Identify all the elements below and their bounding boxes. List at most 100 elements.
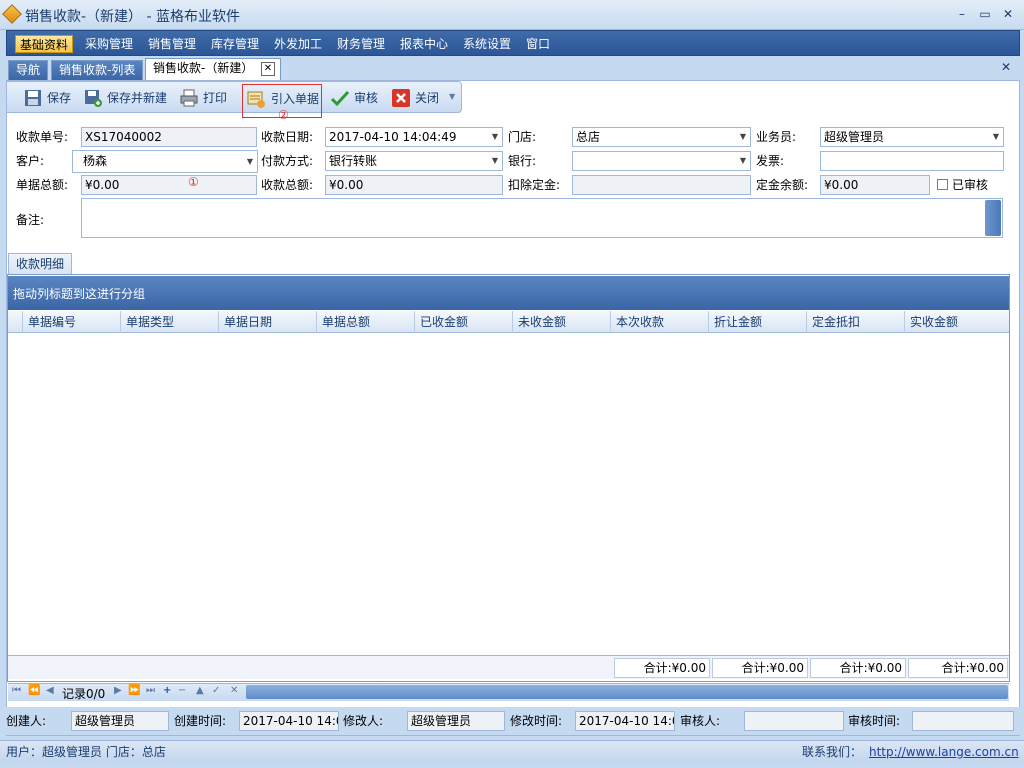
save-and-new-button[interactable]: 保存并新建 bbox=[83, 88, 167, 110]
customer-select[interactable]: 杨森 ▼ bbox=[72, 150, 258, 173]
deduct-deposit-field[interactable] bbox=[572, 175, 751, 195]
dropdown-arrow-icon: ▼ bbox=[739, 156, 746, 165]
menu-purchase[interactable]: 采购管理 bbox=[81, 35, 137, 53]
status-bar: 用户：超级管理员 门店：总店 联系我们： http://www.lange.co… bbox=[0, 740, 1024, 762]
menu-settings[interactable]: 系统设置 bbox=[459, 35, 515, 53]
audit-label: 审核 bbox=[354, 91, 379, 105]
app-logo-icon bbox=[2, 4, 22, 24]
memo-textarea[interactable] bbox=[81, 198, 1003, 238]
group-by-panel[interactable]: 拖动列标题到这进行分组 bbox=[8, 276, 1009, 310]
annotation-marker-1: ① bbox=[188, 175, 199, 189]
toolbar-overflow-icon[interactable]: ▼ bbox=[449, 92, 455, 101]
dropdown-arrow-icon: ▼ bbox=[992, 132, 999, 141]
next-record-icon[interactable]: ▶ bbox=[114, 685, 122, 696]
menu-inventory[interactable]: 库存管理 bbox=[207, 35, 263, 53]
add-record-icon[interactable]: + bbox=[163, 685, 171, 696]
confirm-record-icon[interactable]: ✓ bbox=[212, 685, 220, 696]
document-tab-bar: 导航 销售收款-列表 销售收款-（新建） ✕ bbox=[6, 58, 1020, 80]
receipt-no-label: 收款单号: bbox=[16, 130, 69, 144]
printer-icon bbox=[180, 89, 198, 107]
tab-receipt-new-label: 销售收款-（新建） bbox=[153, 61, 254, 75]
bank-select[interactable]: ▼ bbox=[572, 151, 751, 171]
first-record-icon[interactable]: ⏮ bbox=[12, 685, 21, 696]
receipt-total-label: 收款总额: bbox=[261, 178, 314, 192]
col-deposit-offset[interactable]: 定金抵扣 bbox=[806, 311, 904, 333]
restore-button[interactable]: ▭ bbox=[975, 5, 995, 23]
audit-time-label: 审核时间: bbox=[848, 714, 901, 728]
menu-basic-data[interactable]: 基础资料 bbox=[15, 35, 74, 53]
prev-record-icon[interactable]: ◀ bbox=[46, 685, 54, 696]
col-doc-date[interactable]: 单据日期 bbox=[218, 311, 316, 333]
auditor-field bbox=[744, 711, 844, 731]
last-record-icon[interactable]: ⏭ bbox=[146, 685, 155, 696]
edit-record-icon[interactable]: ▲ bbox=[196, 685, 204, 696]
col-unreceived[interactable]: 未收金额 bbox=[512, 311, 610, 333]
receipt-total-field: ¥0.00 bbox=[325, 175, 503, 195]
menu-sales[interactable]: 销售管理 bbox=[144, 35, 200, 53]
receipt-date-label: 收款日期: bbox=[261, 130, 314, 144]
record-count: 记录0/0 bbox=[62, 687, 106, 701]
next-page-icon[interactable]: ⏩ bbox=[128, 685, 140, 696]
invoice-label: 发票: bbox=[756, 154, 785, 168]
menu-window[interactable]: 窗口 bbox=[522, 35, 554, 53]
store-label: 门店: bbox=[508, 130, 537, 144]
status-user-store: 用户：超级管理员 门店：总店 bbox=[6, 745, 166, 759]
modifier-label: 修改人: bbox=[343, 714, 384, 728]
payment-method-value: 银行转账 bbox=[329, 154, 378, 168]
col-this-receipt[interactable]: 本次收款 bbox=[610, 311, 708, 333]
menu-outsourcing[interactable]: 外发加工 bbox=[270, 35, 326, 53]
bank-label: 银行: bbox=[508, 154, 537, 168]
receipt-date-field[interactable]: 2017-04-10 14:04:49 ▼ bbox=[325, 127, 503, 147]
prev-page-icon[interactable]: ⏪ bbox=[28, 685, 40, 696]
tab-receipt-list[interactable]: 销售收款-列表 bbox=[51, 60, 144, 80]
sum-discount: 合计:¥0.00 bbox=[712, 658, 808, 678]
horizontal-scrollbar[interactable] bbox=[246, 685, 1008, 699]
save-button[interactable]: 保存 bbox=[23, 88, 71, 110]
sum-actual-received: 合计:¥0.00 bbox=[908, 658, 1008, 678]
col-doc-total[interactable]: 单据总额 bbox=[316, 311, 414, 333]
invoice-input[interactable] bbox=[820, 151, 1004, 171]
toolbar: 保存 保存并新建 打印 引入单据 审核 关闭 ▼ bbox=[6, 81, 462, 118]
close-window-button[interactable]: ✕ bbox=[998, 5, 1018, 23]
audited-checkbox[interactable] bbox=[937, 179, 948, 190]
close-red-icon bbox=[392, 89, 410, 107]
col-actual-received[interactable]: 实收金额 bbox=[904, 311, 1009, 333]
memo-label: 备注: bbox=[16, 213, 45, 227]
cancel-record-icon[interactable]: ✕ bbox=[230, 685, 238, 696]
customer-label: 客户: bbox=[16, 154, 45, 168]
contact-label: 联系我们： bbox=[802, 745, 863, 759]
receipt-no-field[interactable]: XS17040002 bbox=[81, 127, 257, 147]
close-button[interactable]: 关闭 bbox=[391, 88, 439, 110]
close-label: 关闭 bbox=[415, 91, 440, 105]
payment-method-select[interactable]: 银行转账 ▼ bbox=[325, 151, 503, 171]
store-value: 总店 bbox=[576, 130, 601, 144]
audit-button[interactable]: 审核 bbox=[330, 88, 378, 110]
tab-navigation[interactable]: 导航 bbox=[8, 60, 49, 80]
col-received[interactable]: 已收金额 bbox=[414, 311, 512, 333]
dropdown-arrow-icon: ▼ bbox=[491, 156, 498, 165]
tab-close-icon[interactable]: ✕ bbox=[261, 62, 275, 76]
minimize-button[interactable]: – bbox=[952, 5, 972, 23]
tab-receipt-details[interactable]: 收款明细 bbox=[8, 253, 72, 275]
store-select[interactable]: 总店 ▼ bbox=[572, 127, 751, 147]
deduct-deposit-label: 扣除定金: bbox=[508, 178, 561, 192]
col-doc-no[interactable]: 单据编号 bbox=[22, 311, 120, 333]
created-time-label: 创建时间: bbox=[174, 714, 227, 728]
col-discount[interactable]: 折让金额 bbox=[708, 311, 806, 333]
save-icon bbox=[25, 90, 41, 106]
memo-scrollbar[interactable] bbox=[985, 200, 1001, 236]
modified-time-field: 2017-04-10 14:04:49 bbox=[575, 711, 675, 731]
menu-finance[interactable]: 财务管理 bbox=[333, 35, 389, 53]
menu-reports[interactable]: 报表中心 bbox=[396, 35, 452, 53]
col-doc-type[interactable]: 单据类型 bbox=[120, 311, 218, 333]
save-and-new-label: 保存并新建 bbox=[107, 91, 168, 105]
customer-value: 杨森 bbox=[83, 154, 108, 168]
website-link[interactable]: http://www.lange.com.cn bbox=[869, 743, 1019, 761]
audit-time-field bbox=[912, 711, 1014, 731]
modified-time-label: 修改时间: bbox=[510, 714, 563, 728]
delete-record-icon[interactable]: − bbox=[178, 685, 186, 696]
creator-label: 创建人: bbox=[6, 714, 47, 728]
panel-close-icon[interactable]: ✕ bbox=[1001, 60, 1011, 74]
print-button[interactable]: 打印 bbox=[179, 88, 227, 110]
salesman-select[interactable]: 超级管理员 ▼ bbox=[820, 127, 1004, 147]
